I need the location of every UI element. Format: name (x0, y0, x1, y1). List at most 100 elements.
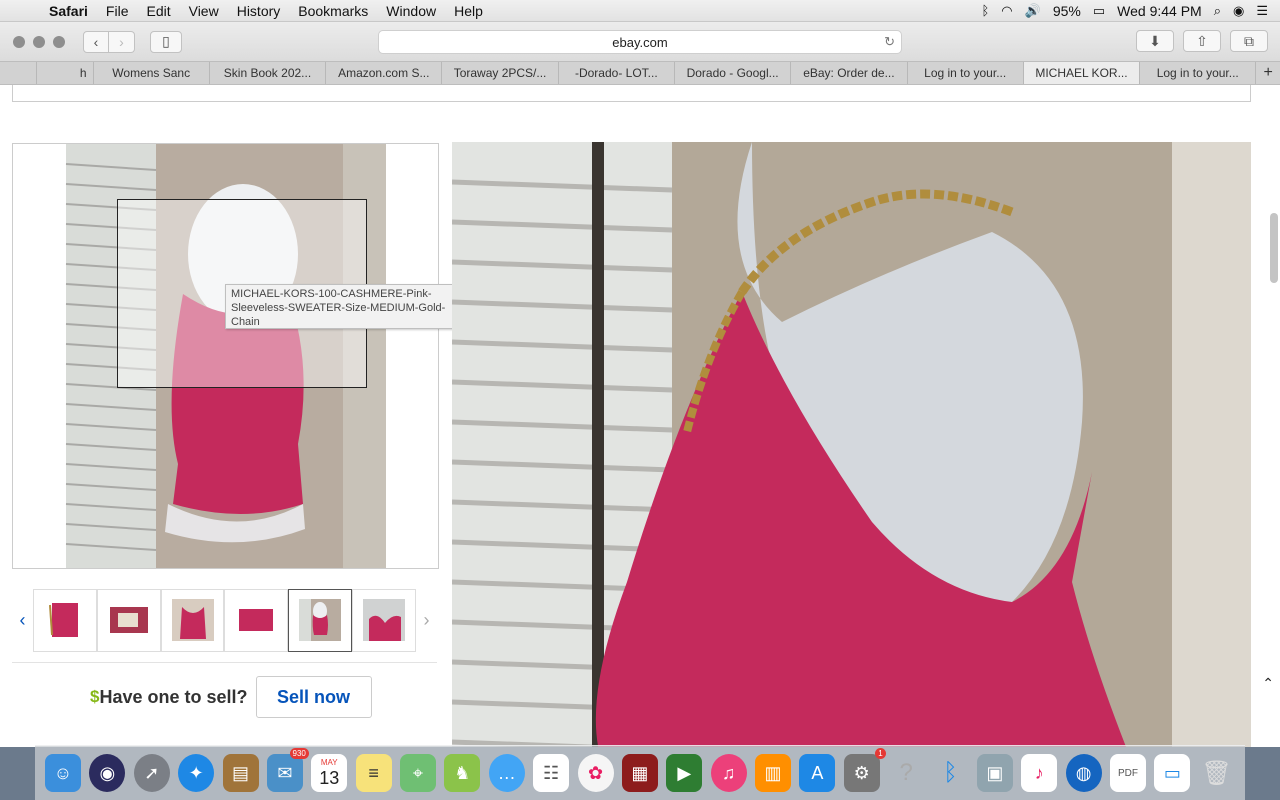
battery-percent: 95% (1052, 2, 1081, 19)
tab-1[interactable]: Womens Sanc (94, 62, 210, 84)
spotlight-search-icon[interactable]: ⌕ (1214, 3, 1221, 19)
tab-7[interactable]: eBay: Order de... (791, 62, 908, 84)
tab-3[interactable]: Amazon.com S... (326, 62, 443, 84)
thumbnail-6[interactable] (352, 588, 417, 652)
zoom-window-button[interactable] (53, 35, 65, 48)
itunes-icon[interactable]: ♫ (710, 754, 747, 792)
contacts-icon[interactable]: ▤ (222, 754, 259, 792)
tab-6[interactable]: Dorado - Googl... (675, 62, 792, 84)
sidebar-icon: ▯ (162, 33, 170, 49)
photo-booth-icon[interactable]: ▦ (621, 754, 658, 792)
app-store-icon[interactable]: A (799, 754, 836, 792)
thumbnail-2[interactable] (96, 588, 161, 652)
menubar-clock[interactable]: Wed 9:44 PM (1117, 3, 1202, 19)
finder-icon[interactable]: ☺ (45, 754, 81, 792)
new-tab-button[interactable]: + (1256, 62, 1280, 84)
tab-2[interactable]: Skin Book 202... (210, 62, 327, 84)
image-title-tooltip: MICHAEL-KORS-100-CASHMERE-Pink-Sleeveles… (225, 284, 460, 329)
chevron-right-icon: › (119, 33, 124, 50)
launchpad-icon[interactable]: ➚ (133, 754, 170, 792)
thumbnail-5-selected[interactable] (288, 588, 353, 652)
menu-window[interactable]: Window (377, 3, 445, 19)
tab-9-active[interactable]: MICHAEL KOR... (1023, 62, 1141, 84)
thumbnail-3[interactable] (160, 588, 225, 652)
downloads-stack-icon[interactable]: ▭ (1154, 754, 1191, 792)
page-scrollbar[interactable] (1270, 213, 1278, 283)
system-preferences-icon[interactable]: ⚙ 1 (843, 748, 886, 792)
zoomed-sweater-photo (452, 142, 1251, 747)
siri-icon[interactable]: ◉ (1233, 3, 1244, 19)
menu-view[interactable]: View (180, 3, 228, 19)
safari-icon[interactable]: ✦ (178, 754, 215, 792)
sell-now-button[interactable]: Sell now (255, 676, 372, 718)
menu-app-name[interactable]: Safari (40, 3, 97, 19)
scroll-to-top-icon[interactable]: ⌃ (1262, 675, 1274, 692)
menu-history[interactable]: History (228, 3, 290, 19)
address-bar[interactable]: ebay.com ↻ (378, 30, 902, 54)
share-icon: ⇧ (1196, 32, 1208, 49)
share-button[interactable]: ⇧ (1183, 30, 1221, 52)
messages-icon[interactable]: … (488, 754, 525, 792)
siri-dock-icon[interactable]: ◉ (89, 754, 126, 792)
globe-icon[interactable]: ◍ (1065, 754, 1102, 792)
menu-bookmarks[interactable]: Bookmarks (289, 3, 377, 19)
tab-10[interactable]: Log in to your... (1140, 62, 1257, 84)
bluetooth-dock-icon[interactable]: ᛒ (933, 754, 969, 792)
sell-prompt: $ Have one to sell? Sell now (90, 676, 372, 718)
volume-icon[interactable]: 🔊 (1025, 3, 1041, 19)
thumb-image-5 (299, 599, 342, 641)
pdf-file-icon[interactable]: PDF (1110, 754, 1146, 792)
music-file-icon[interactable]: ♪ (1021, 754, 1058, 792)
sell-question: Have one to sell? (99, 686, 248, 707)
dollar-icon: $ (90, 687, 100, 706)
sidebar-toggle-button[interactable]: ▯ (150, 30, 182, 53)
wifi-icon[interactable]: ◠ (1001, 3, 1012, 19)
reload-icon[interactable]: ↻ (884, 34, 895, 50)
downloads-button[interactable]: ⬇ (1136, 30, 1174, 52)
battery-icon[interactable]: ▭ (1093, 3, 1105, 19)
back-button[interactable]: ‹ (83, 30, 109, 53)
calendar-icon[interactable]: MAY 13 (311, 754, 348, 792)
address-text: ebay.com (612, 34, 668, 50)
tab-4[interactable]: Toraway 2PCS/... (442, 62, 559, 84)
mail-icon[interactable]: ✉ 930 (266, 748, 309, 792)
section-divider (12, 662, 437, 663)
maps-icon[interactable]: ⌖ (400, 754, 436, 792)
android-icon[interactable]: ♞ (444, 754, 481, 792)
minimize-window-button[interactable] (33, 35, 45, 48)
close-window-button[interactable] (13, 35, 25, 48)
trash-icon[interactable]: 🗑 (1199, 754, 1235, 792)
tab-8[interactable]: Log in to your... (908, 62, 1024, 84)
thumb-image-3 (171, 599, 214, 641)
facetime-icon[interactable]: ▶ (666, 754, 703, 792)
menu-bar: Safari File Edit View History Bookmarks … (0, 0, 1280, 22)
tab-5[interactable]: -Dorado- LOT... (559, 62, 675, 84)
tabs-icon: ⧉ (1244, 32, 1254, 49)
tab-bar: h Womens Sanc Skin Book 202... Amazon.co… (0, 61, 1280, 85)
tab-overview-button[interactable]: ⧉ (1230, 30, 1268, 52)
zoomed-product-image (452, 142, 1251, 747)
photos-icon[interactable]: ✿ (577, 754, 614, 792)
forward-button[interactable]: › (109, 30, 135, 53)
bluetooth-icon[interactable]: ᛒ (981, 3, 989, 18)
notes-icon[interactable]: ≡ (355, 754, 392, 792)
thumb-image-4 (235, 599, 278, 641)
help-question-icon[interactable]: ? (888, 754, 924, 792)
reminders-icon[interactable]: ☷ (533, 754, 570, 792)
thumbnail-1[interactable] (32, 588, 97, 652)
thumbnail-4[interactable] (224, 588, 289, 652)
thumb-next-button[interactable]: › (416, 610, 437, 631)
notification-center-icon[interactable]: ☰ (1256, 3, 1268, 19)
plus-icon: + (1263, 64, 1273, 81)
tab-pinned[interactable] (0, 62, 38, 84)
chevron-left-icon: ‹ (19, 609, 26, 630)
thumb-prev-button[interactable]: ‹ (12, 610, 33, 631)
tab-0[interactable]: h (37, 62, 94, 84)
preview-icon[interactable]: ▣ (976, 754, 1013, 792)
menu-edit[interactable]: Edit (137, 3, 179, 19)
menu-help[interactable]: Help (445, 3, 492, 19)
main-product-image[interactable] (12, 143, 439, 569)
books-icon[interactable]: ▥ (755, 754, 791, 792)
menu-file[interactable]: File (97, 3, 138, 19)
thumb-image-2 (107, 599, 150, 641)
